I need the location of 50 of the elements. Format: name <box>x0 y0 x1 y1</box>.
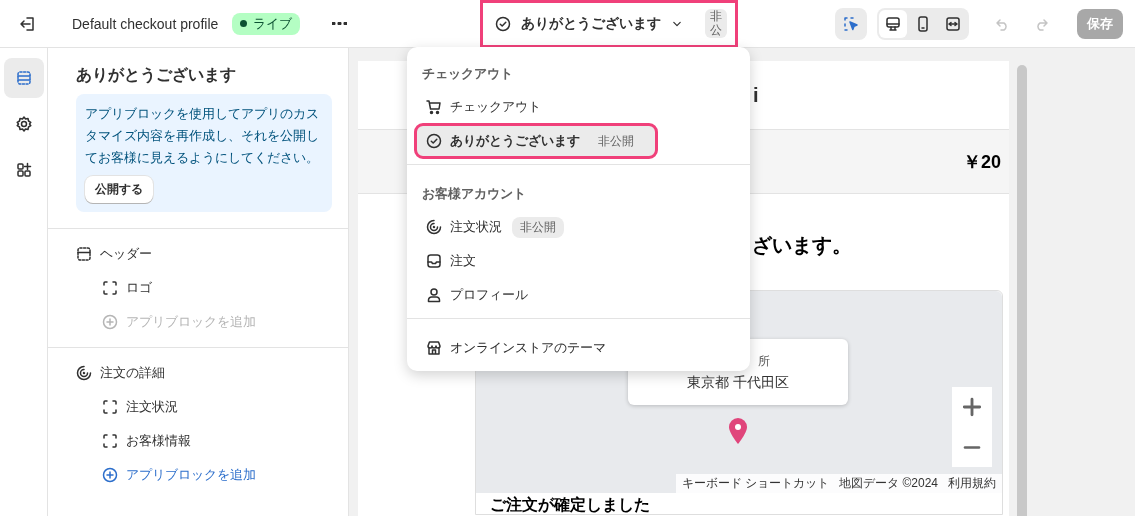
minus-icon <box>963 445 981 449</box>
menu-item[interactable]: ありがとうございます 非公開 <box>415 124 657 158</box>
menu-item[interactable]: オンラインストアのテーマ <box>415 331 742 365</box>
section-title[interactable]: ヘッダー <box>100 245 152 263</box>
menu-item[interactable]: 注文状況 非公開 <box>415 210 742 244</box>
callout-address: 東京都 千代田区 <box>687 373 789 392</box>
view-button[interactable] <box>879 9 907 38</box>
plus-icon <box>961 396 983 418</box>
inspector-button[interactable] <box>835 7 867 40</box>
shop-name: i <box>753 83 759 107</box>
header-layout-icon <box>74 244 94 264</box>
store-icon <box>424 338 444 358</box>
status-badge: 非公 <box>705 9 727 38</box>
section-title[interactable]: 注文の詳細 <box>100 364 165 382</box>
status-badge: 非公開 <box>512 216 564 238</box>
callout-label: 所 <box>758 352 770 370</box>
order-status-icon <box>74 363 94 383</box>
map-attribution[interactable]: 利用規約 <box>948 475 996 492</box>
map-attribution[interactable]: 地図データ ©2024 <box>839 475 938 492</box>
menu-item[interactable]: 注文 <box>415 244 742 278</box>
add-circle-icon <box>100 312 120 332</box>
inbox-icon <box>424 251 444 271</box>
page-selector[interactable]: ありがとうございます 非公 <box>480 0 738 48</box>
cart-icon <box>424 97 444 117</box>
confirmation-title: ご注文が確定しました <box>489 495 651 514</box>
block-item[interactable]: 注文状況 <box>126 398 178 416</box>
order-status-icon <box>424 217 444 237</box>
block-icon <box>100 431 120 451</box>
thank-you-heading: ざいます。 <box>752 234 852 256</box>
menu-heading: チェックアウト <box>421 65 514 83</box>
block-icon <box>100 397 120 417</box>
scrollbar[interactable] <box>1017 65 1027 516</box>
block-item[interactable]: ロゴ <box>126 279 152 297</box>
sidebar-title: ありがとうございます <box>75 65 237 86</box>
more-icon <box>332 22 348 25</box>
block-icon <box>100 278 120 298</box>
check-circle-icon <box>424 131 444 151</box>
menu-heading: お客様アカウント <box>421 185 527 203</box>
status-badge: ライブ <box>232 12 301 35</box>
profile-name: Default checkout profile <box>72 15 219 32</box>
banner-text: アプリブロックを使用してアプリのカスタマイズ内容を再作成し、それを公開してお客様に見えるようにしてください。 <box>85 105 320 167</box>
map-pin-icon <box>728 417 748 445</box>
map-attribution[interactable]: キーボード ショートカット <box>681 475 830 492</box>
add-circle-icon <box>100 465 120 485</box>
add-block-link[interactable]: アプリブロックを追加 <box>126 466 256 484</box>
menu-item[interactable]: チェックアウト <box>415 90 742 124</box>
block-item[interactable]: お客様情報 <box>126 432 191 450</box>
order-total: ￥20 <box>962 150 1001 174</box>
publish-button[interactable]: 公開する <box>85 176 153 203</box>
menu-item[interactable]: プロフィール <box>415 278 742 312</box>
